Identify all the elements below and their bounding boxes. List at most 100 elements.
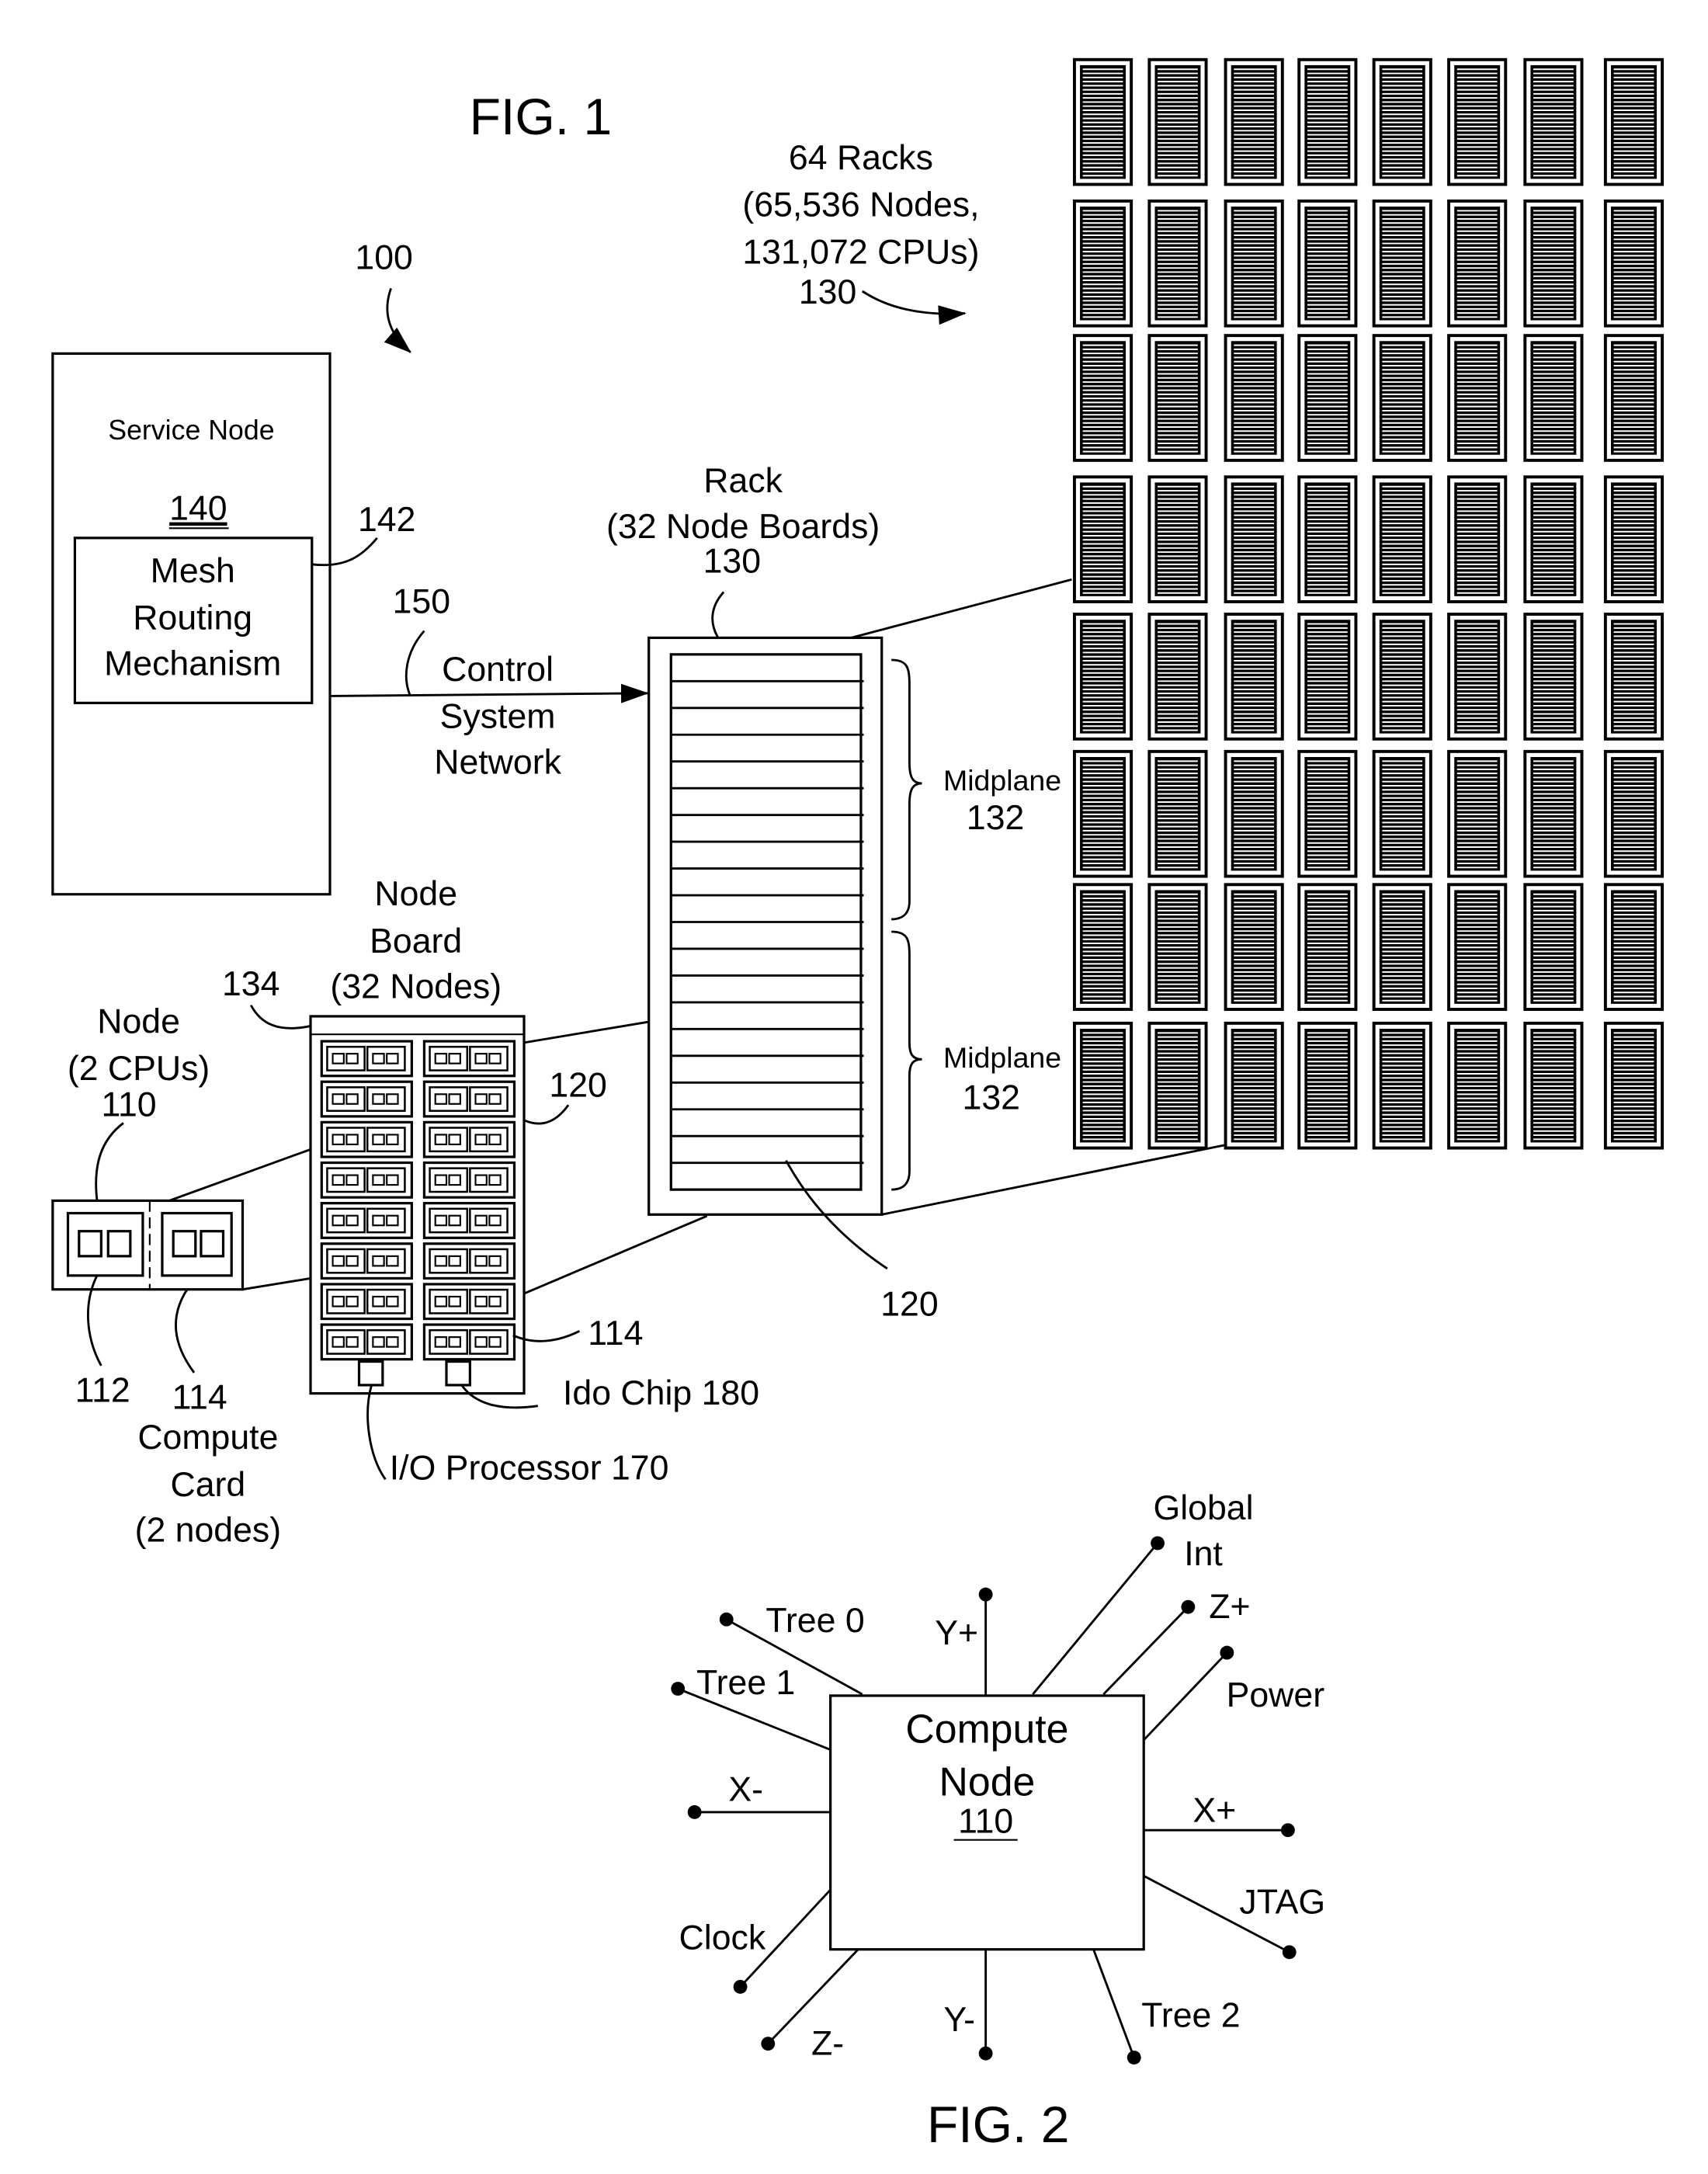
rack-unit [1603, 199, 1665, 328]
ido-chip [445, 1360, 471, 1387]
board-compute-card [422, 1242, 516, 1280]
connection-label: Y+ [935, 1614, 978, 1652]
rack-unit [1224, 613, 1284, 741]
connection-label: Power [1227, 1676, 1325, 1714]
connection-label: Global [1154, 1489, 1254, 1527]
rack-to-grid-top-line [851, 578, 1072, 639]
midplane-brace-upper [891, 658, 922, 921]
connection-terminal [1151, 1536, 1165, 1551]
rack-unit [1372, 883, 1432, 1011]
node-label-line1: Node [97, 1002, 180, 1040]
mesh-ref: 142 [358, 501, 415, 539]
rack-label-line1: Rack [703, 462, 783, 500]
board-cpu [345, 1174, 359, 1186]
rack-unit [1147, 475, 1208, 603]
cpu-a1 [78, 1230, 102, 1258]
connection-label: Tree 1 [696, 1664, 795, 1702]
rack-unit [1072, 883, 1133, 1011]
board-compute-card [422, 1120, 516, 1158]
compute-node-label-line2: Node [939, 1759, 1036, 1804]
rack-unit [1447, 475, 1508, 603]
connection-label: Tree 0 [765, 1602, 864, 1640]
board-compute-card [320, 1120, 413, 1158]
board-cpu [448, 1295, 461, 1308]
connection-terminal [1181, 1599, 1196, 1614]
fig1-title: FIG. 1 [470, 89, 613, 146]
connection-jtag: JTAG [1143, 1874, 1325, 1960]
rack-unit [1603, 334, 1665, 462]
card-ref: 114 [172, 1378, 227, 1416]
figure-1: FIG. 1 100 64 Racks (65,536 Nodes, 131,0… [51, 57, 1665, 1550]
mesh-label-line1: Mesh [151, 552, 235, 590]
racks-label-line3: 131,072 CPUs) [742, 233, 979, 271]
control-network-arrow [329, 683, 649, 703]
board-cpu [345, 1134, 359, 1146]
connection-terminal [719, 1612, 734, 1627]
board-compute-card [320, 1323, 413, 1361]
compute-node-label-line1: Compute [905, 1707, 1068, 1752]
racks-label-line2: (65,536 Nodes, [742, 186, 979, 224]
board-cpu [332, 1134, 345, 1146]
rack-unit [1224, 199, 1284, 328]
board-compute-card [320, 1080, 413, 1118]
io-processor-chip [357, 1360, 384, 1387]
cpu-b2 [200, 1230, 225, 1258]
connection-label: Int [1184, 1535, 1223, 1573]
rack-unit [1297, 57, 1358, 186]
patent-figure-sheet: FIG. 1 100 64 Racks (65,536 Nodes, 131,0… [51, 57, 1665, 2154]
connection-xminus: X- [687, 1771, 831, 1819]
board-cpu [386, 1134, 399, 1146]
rack-unit [1072, 1021, 1133, 1150]
system-ref-arrow [384, 287, 411, 353]
connection-terminal [978, 2046, 993, 2061]
board-cpu [434, 1255, 448, 1267]
rack-unit [1147, 199, 1208, 328]
connection-terminal [761, 2037, 776, 2051]
board-cpu [448, 1336, 461, 1348]
racks-label-line1: 64 Racks [789, 139, 933, 177]
rack-unit [1447, 199, 1508, 328]
rack-to-grid-bottom-line [881, 1144, 1225, 1216]
board-cpu [488, 1295, 502, 1308]
connection-xplus: X+ [1144, 1791, 1295, 1838]
board-compute-card [422, 1040, 516, 1078]
board-cpu [448, 1093, 461, 1105]
cpu-a2 [106, 1230, 132, 1258]
rack-unit [1447, 613, 1508, 741]
connection-label: JTAG [1239, 1883, 1325, 1921]
board-cpu [488, 1174, 502, 1186]
fig2-title: FIG. 2 [927, 2096, 1070, 2154]
board-cpu [434, 1214, 448, 1227]
board-cpu [448, 1214, 461, 1227]
connection-yminus: Y- [943, 1949, 993, 2061]
connection-terminal [1127, 2051, 1141, 2065]
board-cpu [372, 1255, 385, 1267]
rack-unit [1224, 475, 1284, 603]
rack-unit [1523, 334, 1584, 462]
board-cpu [448, 1174, 461, 1186]
board-cpu [332, 1214, 345, 1227]
board-cpu [448, 1053, 461, 1064]
control-network-line2: System [440, 698, 556, 736]
rack-unit [1297, 613, 1358, 741]
rack-unit [1603, 883, 1665, 1011]
rack-unit [1297, 1021, 1358, 1150]
midplane-brace-lower [891, 930, 922, 1191]
rack-unit [1372, 334, 1432, 462]
rack-unit [1523, 613, 1584, 741]
rack-unit [1224, 749, 1284, 878]
rack-unit [1523, 1021, 1584, 1150]
rack-unit [1523, 475, 1584, 603]
node-board-ref-leader [249, 1004, 311, 1030]
connection-clock: Clock [679, 1888, 831, 1994]
board-cpu [434, 1295, 448, 1308]
rack-unit [1447, 749, 1508, 878]
connection-terminal [687, 1805, 702, 1819]
rack-unit [1523, 57, 1584, 186]
rack-unit [1297, 749, 1358, 878]
rack-unit [1297, 199, 1358, 328]
rack-unit [1224, 883, 1284, 1011]
node-board-label-line1: Node [374, 875, 457, 913]
board-compute-card [422, 1283, 516, 1321]
node-board-card-ref: 114 [588, 1314, 643, 1353]
